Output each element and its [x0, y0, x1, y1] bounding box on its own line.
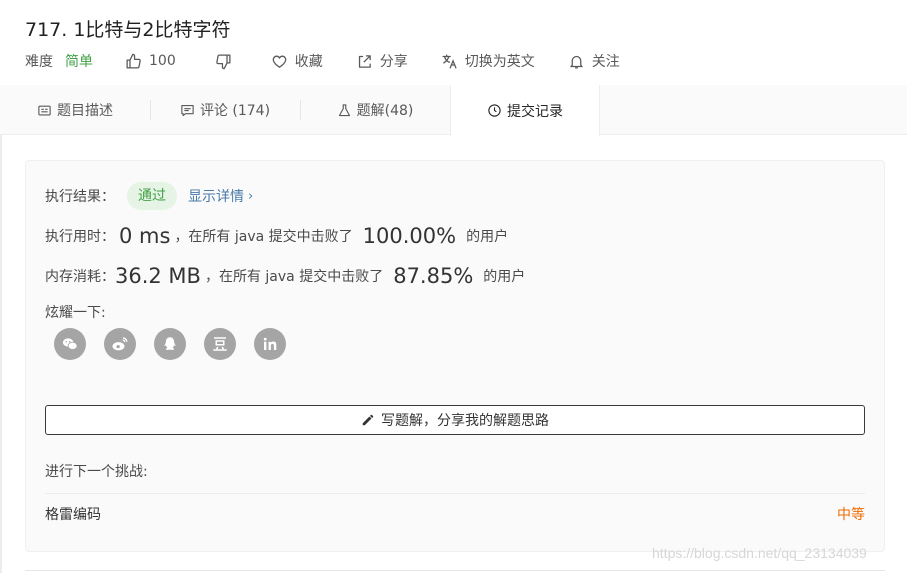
memory-value: 36.2 MB	[115, 264, 201, 288]
problem-title: 717. 1比特与2比特字符	[25, 19, 231, 41]
linkedin-icon	[263, 337, 277, 350]
dislike-button[interactable]	[215, 53, 239, 70]
switch-language-label: 切换为英文	[464, 54, 535, 70]
memory-percent: 87.85%	[393, 264, 474, 288]
result-row: 执行结果： 通过 显示详情 ›	[45, 181, 253, 211]
memory-row: 内存消耗： 36.2 MB ，在所有 java 提交中击败了 87.85% 的用…	[45, 261, 525, 291]
divider	[45, 493, 865, 494]
tab-label: 题解(48)	[356, 103, 414, 119]
tab-solutions[interactable]: 题解(48)	[300, 85, 450, 135]
problem-tabs: 题目描述 评论 (174) 题解(48) 提交记录	[0, 85, 907, 136]
comment-icon	[181, 104, 194, 116]
share-wechat-button[interactable]	[54, 328, 86, 360]
runtime-percent: 100.00%	[362, 224, 457, 248]
status-badge: 通过	[127, 182, 177, 210]
runtime-label: 执行用时：	[45, 229, 115, 245]
thumbs-up-icon	[126, 53, 141, 69]
runtime-row: 执行用时： 0 ms ，在所有 java 提交中击败了 100.00% 的用户	[45, 221, 508, 251]
write-solution-label: 写题解，分享我的解题思路	[381, 413, 549, 429]
share-label: 分享	[379, 54, 408, 70]
left-border	[0, 135, 2, 573]
bell-icon	[569, 55, 583, 69]
pencil-icon	[362, 414, 374, 426]
submission-result-card: 执行结果： 通过 显示详情 › 执行用时： 0 ms ，在所有 java 提交中…	[25, 160, 885, 552]
memory-tail-text: 的用户	[483, 269, 526, 285]
memory-label: 内存消耗：	[45, 269, 115, 285]
problem-header: 717. 1比特与2比特字符 难度 简单 100 收藏 分享 切换为英文 关注	[0, 0, 907, 85]
next-problem-name[interactable]: 格雷编码	[45, 504, 101, 524]
share-button[interactable]: 分享	[356, 51, 408, 71]
description-icon	[38, 105, 51, 115]
next-challenge-label: 进行下一个挑战:	[45, 464, 148, 480]
qq-icon	[164, 337, 176, 350]
heart-icon	[272, 55, 287, 68]
douban-icon	[213, 337, 227, 351]
bottom-border	[25, 570, 885, 571]
follow-button[interactable]: 关注	[568, 51, 620, 71]
runtime-tail-text: 的用户	[466, 229, 509, 245]
tab-comments[interactable]: 评论 (174)	[150, 85, 300, 135]
result-label: 执行结果：	[45, 189, 115, 205]
share-qq-button[interactable]	[154, 328, 186, 360]
like-count: 100	[149, 53, 176, 69]
problem-meta-bar: 难度 简单 100 收藏 分享 切换为英文 关注	[25, 50, 620, 72]
like-button[interactable]: 100	[125, 53, 176, 70]
translate-icon	[442, 53, 457, 69]
weibo-icon	[112, 337, 128, 351]
memory-mid-text: ，在所有 java 提交中击败了	[204, 269, 384, 285]
tab-submissions[interactable]: 提交记录	[450, 85, 600, 136]
tab-label: 题目描述	[57, 103, 113, 119]
follow-label: 关注	[591, 54, 620, 70]
wechat-icon	[62, 338, 78, 350]
share-weibo-button[interactable]	[104, 328, 136, 360]
share-row-label: 炫耀一下:	[45, 305, 106, 321]
show-details-link[interactable]: 显示详情 ›	[188, 186, 253, 206]
favorite-button[interactable]: 收藏	[271, 51, 323, 71]
favorite-label: 收藏	[294, 54, 323, 70]
next-problem-difficulty: 中等	[837, 507, 865, 523]
runtime-mid-text: ，在所有 java 提交中击败了	[174, 229, 353, 245]
show-details-label: 显示详情	[188, 189, 244, 205]
watermark: https://blog.csdn.net/qq_23134039	[652, 545, 867, 561]
share-linkedin-button[interactable]	[254, 328, 286, 360]
next-challenge-item[interactable]: 格雷编码 中等	[45, 502, 865, 526]
difficulty-value: 简单	[65, 54, 93, 70]
flask-icon	[338, 103, 350, 116]
social-share-buttons	[54, 328, 304, 360]
switch-language-button[interactable]: 切换为英文	[441, 51, 535, 71]
chevron-right-icon: ›	[248, 188, 254, 204]
share-icon	[358, 54, 371, 68]
tab-label: 评论 (174)	[199, 103, 271, 119]
runtime-value: 0 ms	[119, 224, 171, 248]
thumbs-down-icon	[215, 53, 231, 69]
share-douban-button[interactable]	[204, 328, 236, 360]
clock-icon	[488, 104, 501, 117]
tab-label: 提交记录	[507, 103, 563, 120]
difficulty-label: 难度	[25, 54, 53, 70]
write-solution-button[interactable]: 写题解，分享我的解题思路	[45, 405, 865, 435]
tab-description[interactable]: 题目描述	[0, 85, 150, 135]
